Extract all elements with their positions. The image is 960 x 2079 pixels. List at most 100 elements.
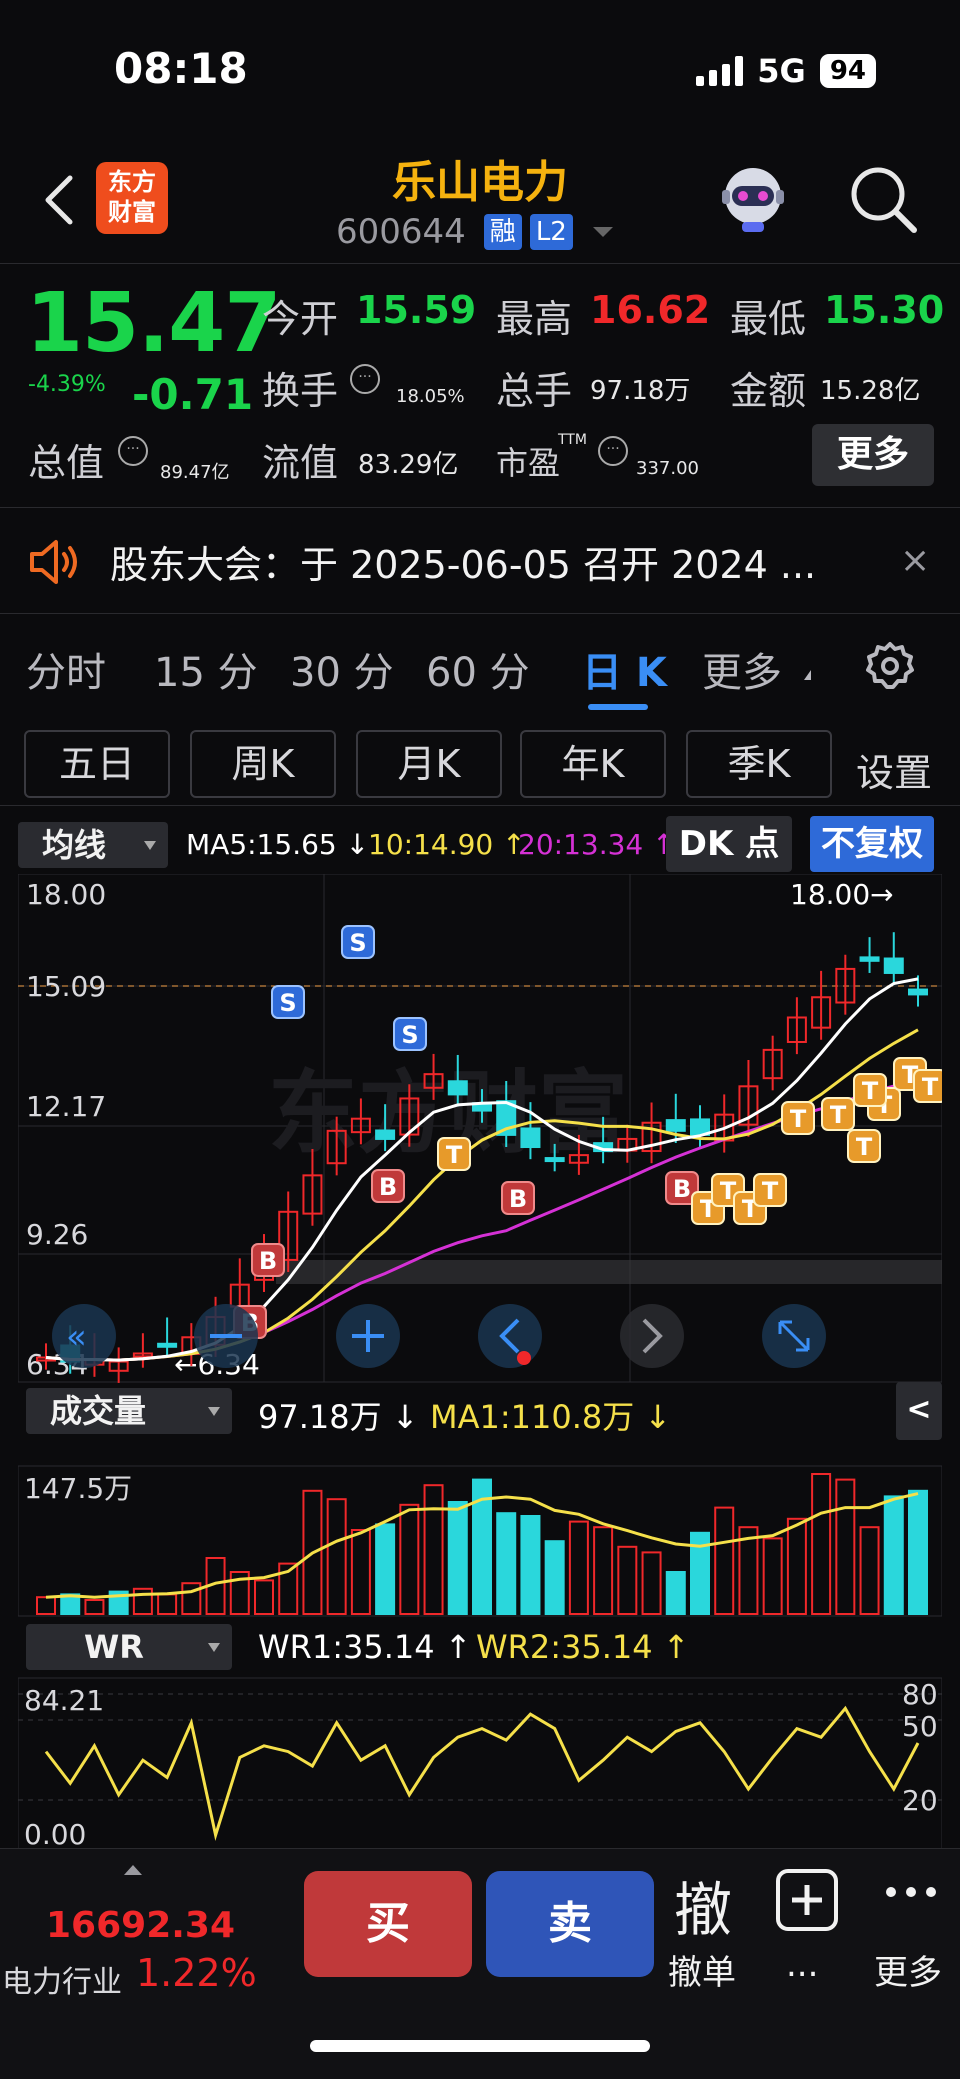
- volume-bar: [520, 1515, 541, 1615]
- change-percent: -4.39%: [28, 372, 106, 397]
- volume-value-label: 97.18万 ↓: [258, 1398, 419, 1436]
- more-corner-icon: [804, 670, 811, 680]
- dk-point-button[interactable]: DK 点: [666, 816, 792, 872]
- signal-badge-S[interactable]: S: [393, 1017, 427, 1051]
- tab-30min[interactable]: 30 分: [290, 640, 394, 698]
- status-time: 08:18: [114, 44, 248, 93]
- industry-name[interactable]: 电力行业: [2, 1957, 122, 2001]
- step-left-button[interactable]: [478, 1304, 542, 1368]
- turnover-value: 18.05%: [396, 386, 465, 407]
- signal-badge-S[interactable]: S: [271, 985, 305, 1019]
- wr1-label: WR1:35.14 ↑: [258, 1628, 472, 1666]
- tab-more[interactable]: 更多: [702, 640, 782, 698]
- signal-badge-B[interactable]: B: [371, 1169, 405, 1203]
- stock-code: 600644: [336, 212, 466, 252]
- search-icon[interactable]: [846, 162, 922, 238]
- signal-badge-T[interactable]: T: [853, 1073, 887, 1107]
- industry-index-value[interactable]: 16692.34: [46, 1905, 235, 1946]
- y-label-4: 9.26: [26, 1218, 88, 1251]
- signal-badge-T[interactable]: T: [913, 1069, 942, 1103]
- low-value: 15.30: [824, 288, 945, 332]
- more-quote-button[interactable]: 更多: [812, 424, 934, 486]
- close-icon[interactable]: ×: [900, 540, 930, 581]
- stock-name[interactable]: 乐山电力: [0, 146, 960, 210]
- add-icon[interactable]: [774, 1867, 840, 1933]
- tab-60min[interactable]: 60 分: [426, 640, 530, 698]
- zoom-out-button[interactable]: [194, 1304, 258, 1368]
- ma-selector[interactable]: 均线: [18, 822, 168, 868]
- sell-button[interactable]: 卖: [486, 1871, 654, 1977]
- tab-intraday[interactable]: 分时: [26, 640, 106, 698]
- volume-y-label: 147.5万: [24, 1472, 132, 1505]
- volume-value: 97.18万: [590, 376, 691, 406]
- status-bar: 08:18 5G 94: [0, 0, 960, 140]
- robot-assistant-icon[interactable]: [718, 162, 788, 234]
- turnover-label: 换手: [262, 369, 339, 413]
- tab-15min[interactable]: 15 分: [154, 640, 258, 698]
- volume-selector[interactable]: 成交量: [26, 1388, 232, 1434]
- volume-bar: [447, 1501, 468, 1615]
- buy-button[interactable]: 买: [304, 1871, 472, 1977]
- signal-letter: T: [762, 1177, 779, 1205]
- support-band: [276, 1260, 942, 1284]
- y-label-top: 18.00: [26, 878, 106, 911]
- speaker-icon: [30, 540, 77, 584]
- volume-ma1-label: MA1:110.8万 ↓: [430, 1398, 672, 1436]
- stock-code-row[interactable]: 600644 融 L2: [336, 212, 615, 252]
- battery-icon: 94: [819, 54, 876, 88]
- notice-banner[interactable]: 股东大会：于 2025-06-05 召开 2024 ... ×: [0, 510, 960, 614]
- rewind-button[interactable]: «: [52, 1304, 116, 1368]
- signal-letter: S: [401, 1021, 418, 1049]
- y-label-3: 12.17: [26, 1090, 106, 1123]
- period-tabs: 分时 15 分 30 分 60 分 日 K 更多: [0, 620, 960, 710]
- signal-badge-S[interactable]: S: [341, 925, 375, 959]
- add-label[interactable]: ...: [786, 1945, 818, 1985]
- info-icon[interactable]: ···: [350, 364, 380, 394]
- signal-badge-T[interactable]: T: [847, 1129, 881, 1163]
- y-label-2: 15.09: [26, 970, 106, 1003]
- subtab-five-day[interactable]: 五日: [24, 730, 170, 798]
- kline-chart[interactable]: 东方财富 18.00 15.09 12.17 9.26 6.34 18.00→ …: [18, 874, 942, 1874]
- gear-icon[interactable]: [864, 640, 916, 692]
- high-label: 最高: [496, 297, 573, 341]
- tab-daily-k[interactable]: 日 K: [582, 640, 667, 698]
- signal-badge-T[interactable]: T: [437, 1137, 471, 1171]
- notice-text[interactable]: 股东大会：于 2025-06-05 召开 2024 ...: [110, 534, 816, 589]
- subtab-weekly[interactable]: 周K: [190, 730, 336, 798]
- volume-bar: [908, 1489, 928, 1615]
- cancel-order-label[interactable]: 撤单: [668, 1945, 736, 1994]
- info-icon[interactable]: ···: [118, 436, 148, 466]
- signal-letter: B: [379, 1173, 397, 1201]
- ma10-value: 10:14.90 ↑: [368, 828, 526, 861]
- more-dots-icon[interactable]: [884, 1885, 938, 1899]
- chevron-up-icon[interactable]: [122, 1863, 144, 1877]
- zoom-in-button[interactable]: [336, 1304, 400, 1368]
- chevron-down-icon[interactable]: [591, 225, 615, 239]
- signal-badge-B[interactable]: B: [251, 1243, 285, 1277]
- cancel-order-icon[interactable]: 撤: [674, 1863, 732, 1947]
- signal-letter: S: [349, 929, 366, 957]
- wr-selector[interactable]: WR: [26, 1624, 232, 1670]
- amount-value: 15.28亿: [820, 376, 921, 406]
- more-label[interactable]: 更多: [874, 1945, 942, 1994]
- fullscreen-button[interactable]: [762, 1304, 826, 1368]
- margin-tag: 融: [483, 214, 522, 250]
- subtab-monthly[interactable]: 月K: [356, 730, 502, 798]
- last-price: 15.47: [26, 276, 281, 371]
- subtab-quarterly[interactable]: 季K: [686, 730, 832, 798]
- volume-bar: [665, 1571, 686, 1615]
- collapse-panel-button[interactable]: <: [896, 1382, 942, 1440]
- wr2-label: WR2:35.14 ↑: [476, 1628, 690, 1666]
- subtab-settings[interactable]: 设置: [856, 742, 932, 797]
- signal-badge-T[interactable]: T: [781, 1101, 815, 1135]
- signal-badge-T[interactable]: T: [753, 1173, 787, 1207]
- info-icon[interactable]: ···: [598, 436, 628, 466]
- wr-y-bottom: 0.00: [24, 1818, 86, 1851]
- step-right-button[interactable]: [620, 1304, 684, 1368]
- signal-badge-B[interactable]: B: [501, 1181, 535, 1215]
- price-change: -0.71: [132, 370, 254, 419]
- signal-badge-T[interactable]: T: [821, 1097, 855, 1131]
- subtab-yearly[interactable]: 年K: [520, 730, 666, 798]
- pe-ttm-label: TTM: [558, 432, 587, 448]
- adjust-button[interactable]: 不复权: [810, 816, 934, 872]
